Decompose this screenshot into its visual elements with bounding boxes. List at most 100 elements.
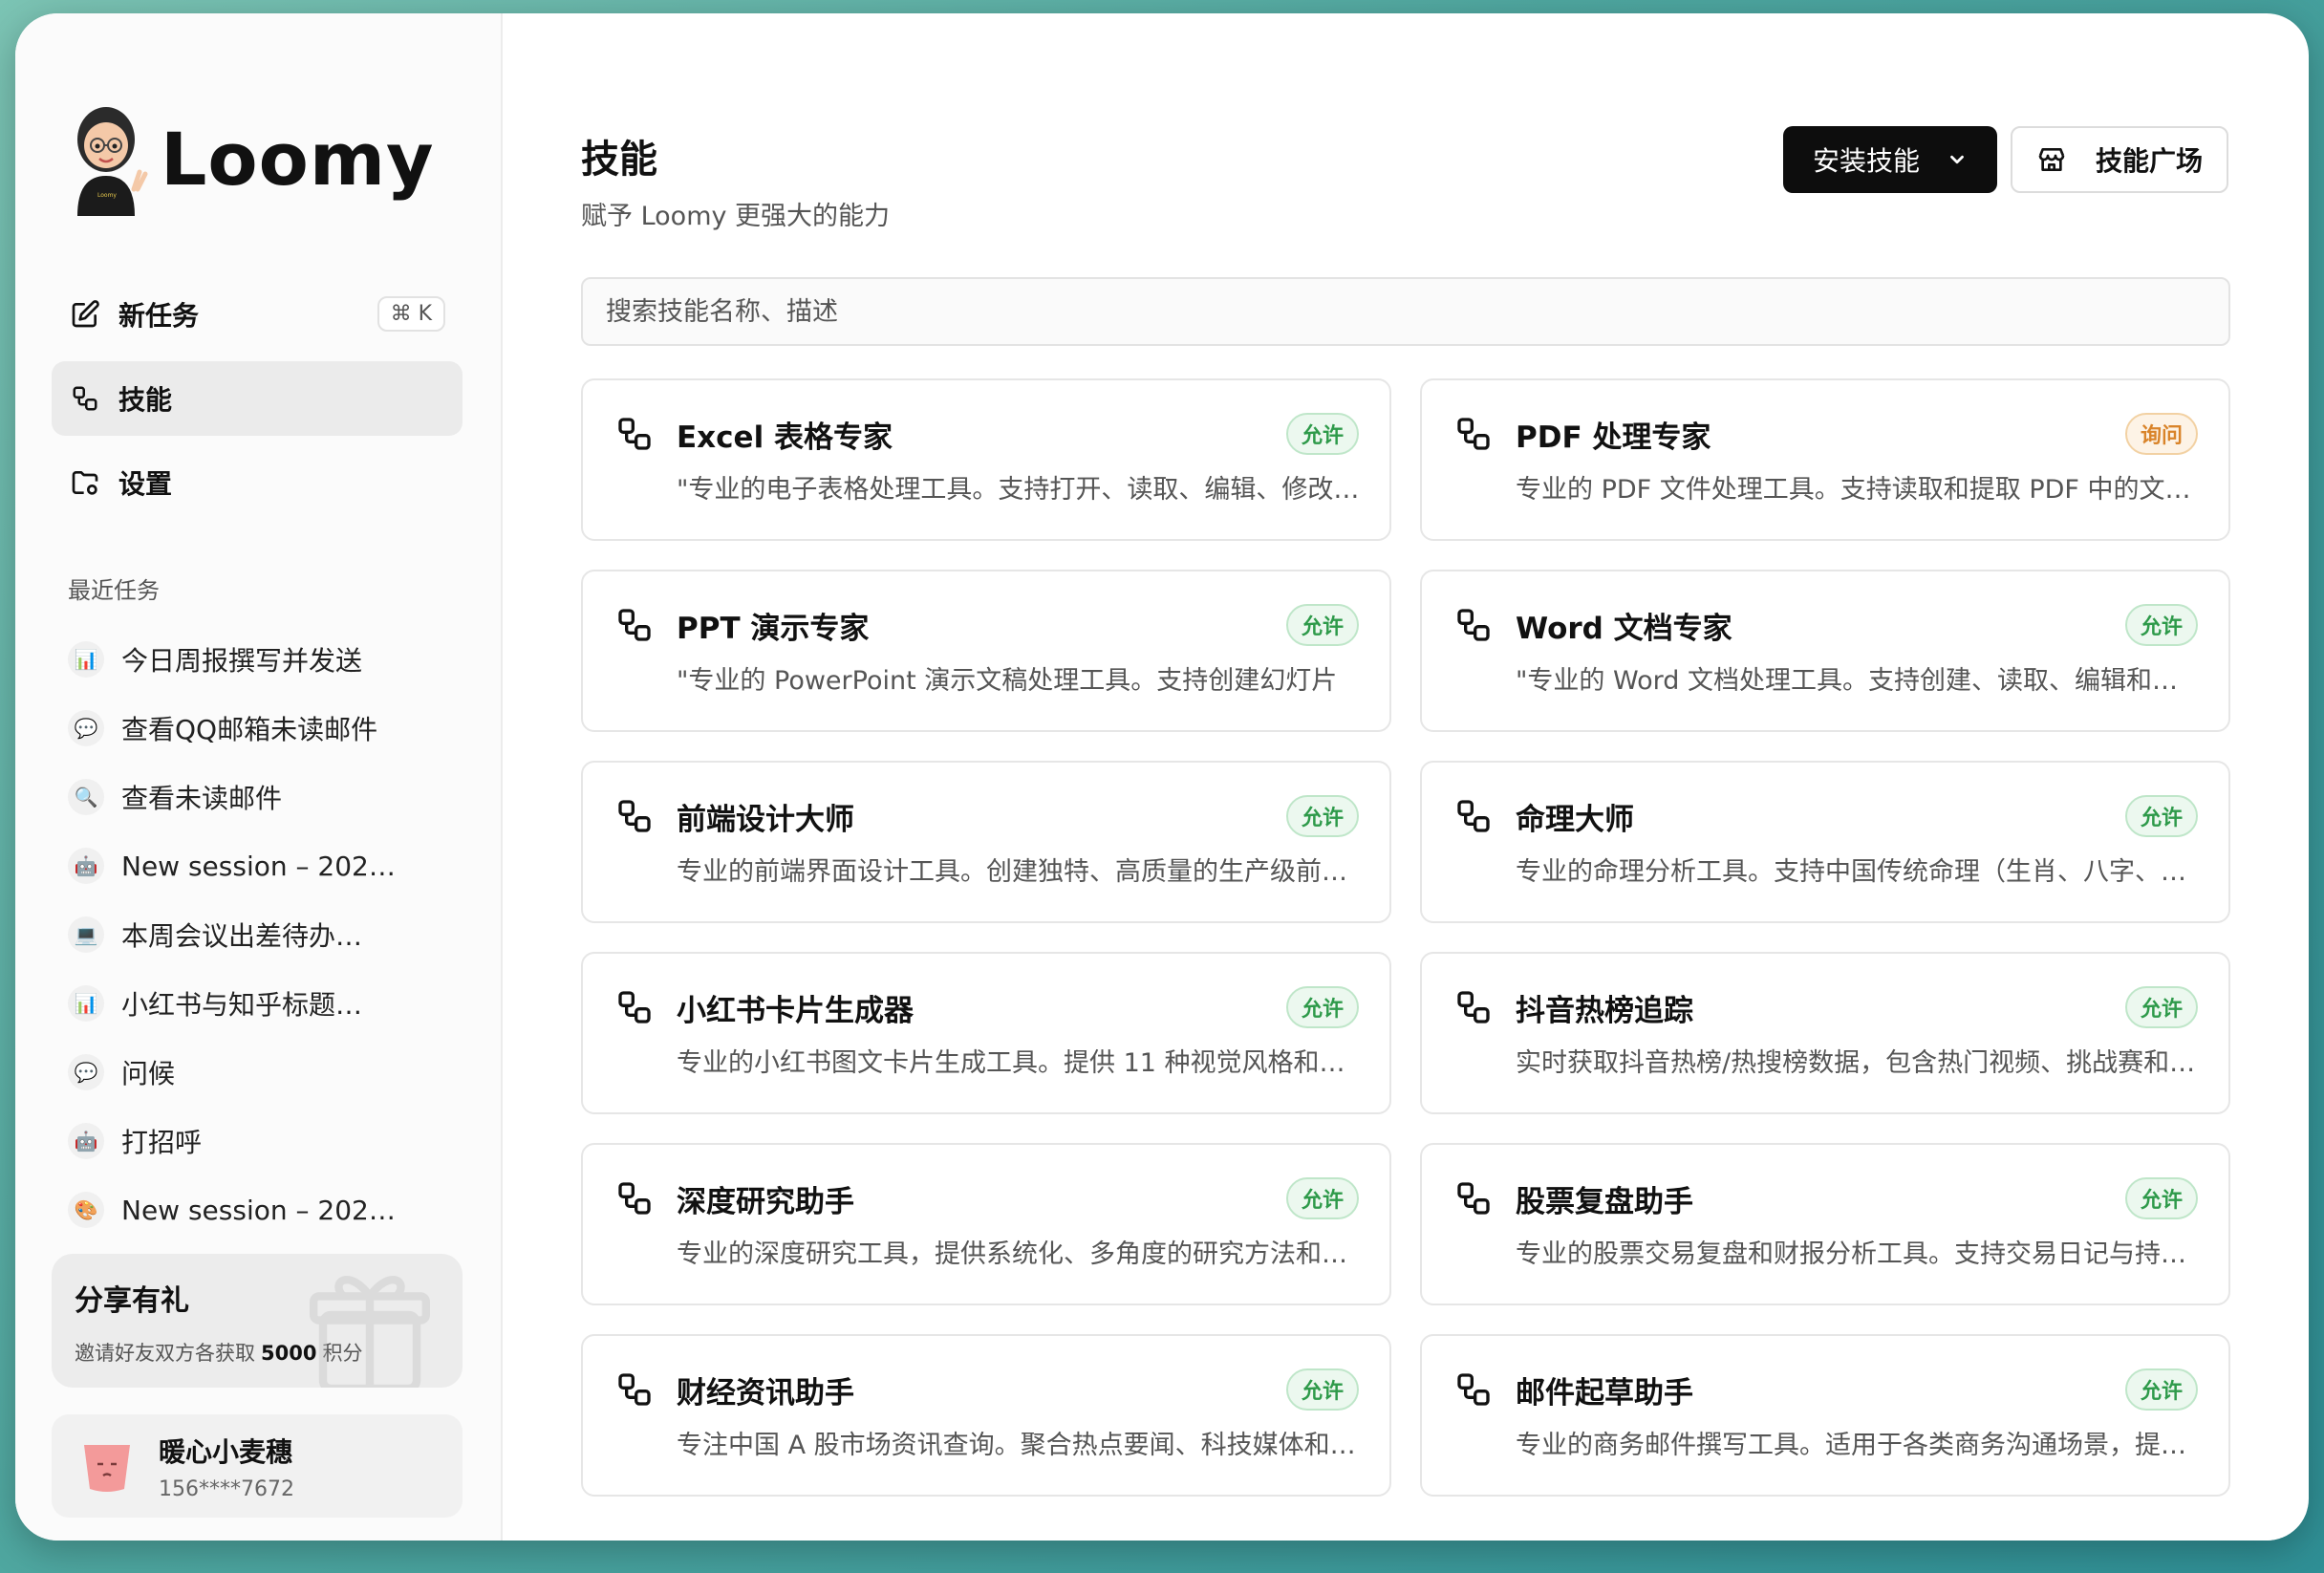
skill-icon <box>1457 1182 1490 1215</box>
skill-name: Word 文档专家 <box>1516 611 1732 646</box>
recent-task-item[interactable]: 💬 问候 <box>68 1038 469 1107</box>
recent-task-item[interactable]: 💬 查看QQ邮箱未读邮件 <box>68 694 469 763</box>
skill-name: PPT 演示专家 <box>677 611 870 646</box>
skill-name: 前端设计大师 <box>677 802 854 837</box>
sidebar: Loomy Loomy 新任务 ⌘ K 技能 设置 最近任务 📊 今日周报撰写并… <box>15 13 503 1541</box>
skill-market-button[interactable]: 技能广场 <box>2011 126 2228 193</box>
bottom-clip-mask <box>503 1512 2309 1541</box>
chat-emoji-icon: 💬 <box>68 1054 104 1090</box>
recent-task-label: 本周会议出差待办… <box>121 920 363 952</box>
skill-icon <box>1457 1373 1490 1406</box>
skills-icon <box>69 382 101 415</box>
share-desc-prefix: 邀请好友双方各获取 <box>75 1342 255 1365</box>
permission-badge[interactable]: 允许 <box>1285 1177 1359 1219</box>
skill-description: 专业的 PDF 文件处理工具。支持读取和提取 PDF 中的文本表格 <box>1516 475 2200 505</box>
permission-badge[interactable]: 询问 <box>2124 413 2198 455</box>
skill-card[interactable]: 抖音热榜追踪 允许 实时获取抖音热榜/热搜榜数据，包含热门视频、挑战赛和话题 <box>1420 952 2230 1114</box>
gift-icon <box>310 1276 430 1388</box>
recent-task-item[interactable]: 🔍 查看未读邮件 <box>68 763 469 831</box>
install-skill-label: 安装技能 <box>1812 145 1920 177</box>
skill-card[interactable]: PPT 演示专家 允许 "专业的 PowerPoint 演示文稿处理工具。支持创… <box>581 570 1391 732</box>
permission-badge[interactable]: 允许 <box>2124 1177 2198 1219</box>
page-subtitle: 赋予 Loomy 更强大的能力 <box>581 202 891 231</box>
skill-name: 命理大师 <box>1516 802 1634 837</box>
laptop-emoji-icon: 💻 <box>68 916 104 953</box>
skill-card[interactable]: 股票复盘助手 允许 专业的股票交易复盘和财报分析工具。支持交易日记与持仓分析 <box>1420 1143 2230 1305</box>
settings-label: 设置 <box>118 468 173 500</box>
permission-badge[interactable]: 允许 <box>1285 413 1359 455</box>
skill-icon <box>618 1373 651 1406</box>
shortcut-badge: ⌘ K <box>377 296 445 332</box>
install-skill-button[interactable]: 安装技能 <box>1783 126 1997 193</box>
skill-name: PDF 处理专家 <box>1516 420 1711 455</box>
robot-emoji-icon: 🤖 <box>68 1123 104 1159</box>
permission-badge[interactable]: 允许 <box>2124 986 2198 1028</box>
skill-card[interactable]: Word 文档专家 允许 "专业的 Word 文档处理工具。支持创建、读取、编辑… <box>1420 570 2230 732</box>
skill-description: 专业的命理分析工具。支持中国传统命理（生肖、八字、紫微斗数 <box>1516 857 2200 887</box>
recent-task-label: 问候 <box>121 1058 176 1089</box>
recent-task-item[interactable]: 🤖 打招呼 <box>68 1107 469 1175</box>
skill-card[interactable]: 前端设计大师 允许 专业的前端界面设计工具。创建独特、高质量的生产级前端界面 <box>581 761 1391 923</box>
permission-badge[interactable]: 允许 <box>2124 795 2198 837</box>
skill-description: 专业的深度研究工具，提供系统化、多角度的研究方法和报告 <box>677 1239 1361 1269</box>
skill-icon <box>1457 800 1490 832</box>
skill-name: Excel 表格专家 <box>677 420 893 455</box>
new-task-label: 新任务 <box>118 300 200 332</box>
recent-task-label: New session – 202… <box>121 850 396 882</box>
permission-badge[interactable]: 允许 <box>1285 986 1359 1028</box>
logo-text: Loomy <box>161 116 435 202</box>
skill-description: 专注中国 A 股市场资讯查询。聚合热点要闻、科技媒体和公告 <box>677 1431 1361 1460</box>
permission-badge[interactable]: 允许 <box>2124 604 2198 646</box>
recent-task-item[interactable]: 📊 小红书与知乎标题… <box>68 969 469 1038</box>
permission-badge[interactable]: 允许 <box>2124 1368 2198 1411</box>
sidebar-item-skills[interactable]: 技能 <box>52 361 463 436</box>
recent-task-label: 打招呼 <box>121 1127 203 1158</box>
recent-task-label: 小红书与知乎标题… <box>121 989 363 1021</box>
share-reward-card[interactable]: 分享有礼 邀请好友双方各获取 5000 积分 <box>52 1254 463 1388</box>
skill-description: "专业的 Word 文档处理工具。支持创建、读取、编辑和格式化 <box>1516 666 2200 696</box>
recent-task-label: 查看未读邮件 <box>121 783 283 814</box>
skill-card[interactable]: 深度研究助手 允许 专业的深度研究工具，提供系统化、多角度的研究方法和报告 <box>581 1143 1391 1305</box>
recent-task-item[interactable]: 📊 今日周报撰写并发送 <box>68 625 469 694</box>
skill-market-label: 技能广场 <box>2095 145 2203 177</box>
user-name: 暖心小麦穗 <box>159 1435 293 1468</box>
skill-icon <box>618 991 651 1024</box>
recent-task-item[interactable]: 🎨 New session – 202… <box>68 1175 469 1244</box>
recent-tasks-heading: 最近任务 <box>68 577 160 604</box>
skill-description: "专业的 PowerPoint 演示文稿处理工具。支持创建幻灯片 <box>677 666 1338 696</box>
svg-text:Loomy: Loomy <box>97 192 117 199</box>
sidebar-item-settings[interactable]: 设置 <box>52 445 463 520</box>
skill-name: 小红书卡片生成器 <box>677 993 914 1028</box>
permission-badge[interactable]: 允许 <box>1285 795 1359 837</box>
recent-task-label: New session – 202… <box>121 1194 396 1226</box>
permission-badge[interactable]: 允许 <box>1285 604 1359 646</box>
skill-card[interactable]: PDF 处理专家 询问 专业的 PDF 文件处理工具。支持读取和提取 PDF 中… <box>1420 378 2230 541</box>
new-task-button[interactable]: 新任务 ⌘ K <box>52 277 463 352</box>
edit-icon <box>69 298 101 331</box>
skill-icon <box>618 1182 651 1215</box>
main-content: 技能 赋予 Loomy 更强大的能力 安装技能 技能广场 Excel 表格专家 <box>503 13 2309 1541</box>
skill-card[interactable]: 邮件起草助手 允许 专业的商务邮件撰写工具。适用于各类商务沟通场景，提供模板 <box>1420 1334 2230 1497</box>
magnifier-emoji-icon: 🔍 <box>68 779 104 815</box>
chart-emoji-icon: 📊 <box>68 641 104 678</box>
skill-description: 专业的前端界面设计工具。创建独特、高质量的生产级前端界面 <box>677 857 1361 887</box>
mascot-avatar-icon: Loomy <box>77 107 148 216</box>
recent-task-item[interactable]: 🤖 New session – 202… <box>68 831 469 900</box>
skill-card[interactable]: 命理大师 允许 专业的命理分析工具。支持中国传统命理（生肖、八字、紫微斗数 <box>1420 761 2230 923</box>
skill-card[interactable]: Excel 表格专家 允许 "专业的电子表格处理工具。支持打开、读取、编辑、修改… <box>581 378 1391 541</box>
skill-icon <box>618 800 651 832</box>
user-avatar-icon <box>84 1445 130 1492</box>
recent-task-item[interactable]: 💻 本周会议出差待办… <box>68 900 469 969</box>
skill-card[interactable]: 小红书卡片生成器 允许 专业的小红书图文卡片生成工具。提供 11 种视觉风格和多… <box>581 952 1391 1114</box>
permission-badge[interactable]: 允许 <box>1285 1368 1359 1411</box>
skill-search-input[interactable] <box>581 277 2230 346</box>
user-phone: 156****7672 <box>159 1476 294 1501</box>
page-title: 技能 <box>581 138 657 182</box>
skill-card[interactable]: 财经资讯助手 允许 专注中国 A 股市场资讯查询。聚合热点要闻、科技媒体和公告 <box>581 1334 1391 1497</box>
recent-tasks-list: 📊 今日周报撰写并发送 💬 查看QQ邮箱未读邮件 🔍 查看未读邮件 🤖 New sess… <box>68 625 469 1244</box>
skill-icon <box>618 609 651 641</box>
user-profile-card[interactable]: 暖心小麦穗 156****7672 <box>52 1414 463 1518</box>
palette-emoji-icon: 🎨 <box>68 1192 104 1228</box>
store-icon <box>2038 148 2065 171</box>
skills-label: 技能 <box>118 384 173 416</box>
